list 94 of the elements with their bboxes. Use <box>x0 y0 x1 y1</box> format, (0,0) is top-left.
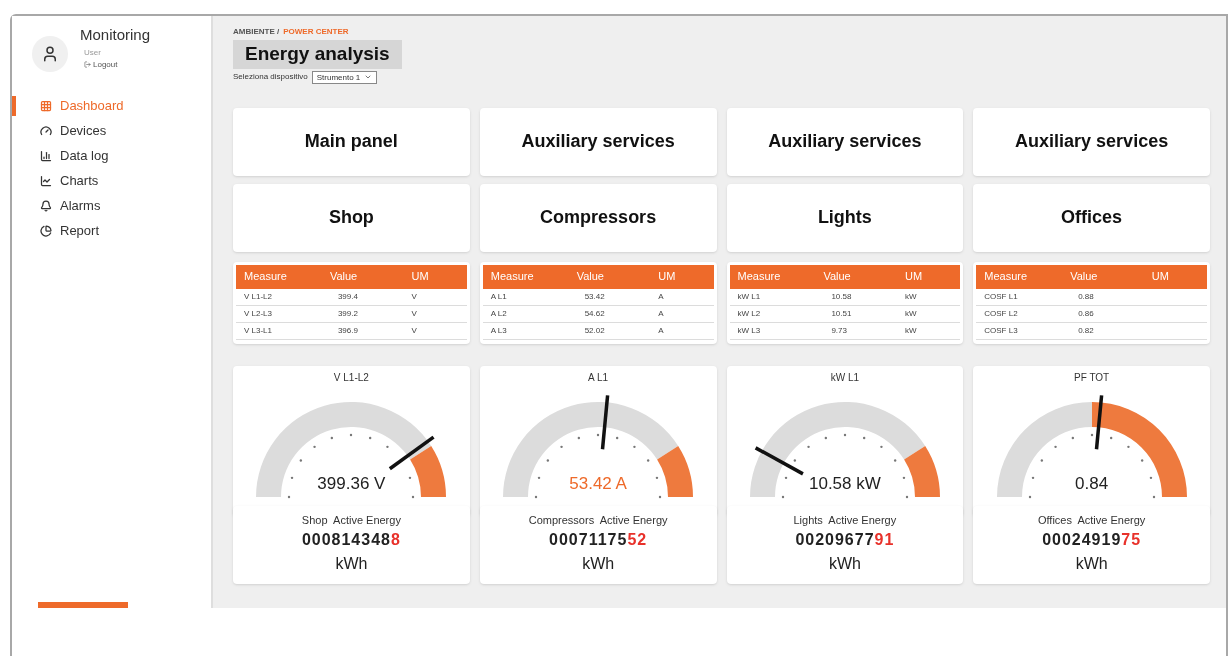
section-card: Offices <box>973 183 1210 252</box>
gauge-title: A L1 <box>588 370 609 385</box>
gauge-icon <box>40 125 52 137</box>
table-cell-text: A L2 <box>490 307 508 320</box>
nav-item[interactable]: Devices <box>12 121 211 141</box>
panel-card: Main panel <box>233 107 470 176</box>
table-cell-text: V L3-L1 <box>244 324 274 337</box>
table-cell-text: kW L2 <box>737 307 762 320</box>
energy-label: Offices Active Energy <box>1037 512 1146 528</box>
column-header: Value <box>576 269 605 285</box>
gauge-reading: 53.42 A <box>568 473 628 495</box>
column-header: UM <box>411 269 430 285</box>
table-cell-text: V <box>411 324 418 337</box>
table-cell-text: A <box>658 324 665 337</box>
energy-unit: kWh <box>1075 554 1108 574</box>
nav-item[interactable]: Report <box>12 221 211 241</box>
table-cell-text: kW <box>905 290 918 303</box>
gauge-reading: 10.58 kW <box>807 473 882 495</box>
table-cell-text: 399.4 <box>336 290 359 303</box>
section-card: Shop <box>233 183 470 252</box>
column-header: UM <box>1151 269 1170 285</box>
column-header: Measure <box>737 269 782 285</box>
table-cell-text: V <box>411 290 418 303</box>
table-cell-text: 399.2 <box>336 307 359 320</box>
table-cell-text: kW <box>905 307 918 320</box>
gauge-title: kW L1 <box>830 370 860 385</box>
table-cell-text: A <box>658 307 665 320</box>
column-header: UM <box>658 269 677 285</box>
breadcrumb-item[interactable]: AMBIENTE / <box>233 26 280 38</box>
energy-label: Lights Active Energy <box>793 512 897 528</box>
column-header: Value <box>1070 269 1099 285</box>
column-header: Measure <box>490 269 535 285</box>
breadcrumb-item: POWER CENTER <box>283 26 349 38</box>
table-cell-text: 52.02 <box>583 324 606 337</box>
gauge-reading: 399.36 V <box>316 473 387 495</box>
table-cell-text: 0.86 <box>1077 307 1095 320</box>
avatar-icon <box>32 36 68 72</box>
table-cell-text: 10.58 <box>830 290 853 303</box>
nav-item[interactable]: Data log <box>12 146 211 166</box>
column-header: Value <box>329 269 359 285</box>
table-cell-text: V <box>411 307 418 320</box>
panel-card: Auxiliary services <box>973 107 1210 176</box>
table-cell-text: 54.62 <box>583 307 606 320</box>
table-cell-text: 53.42 <box>583 290 606 303</box>
table-cell-text: 0.88 <box>1077 290 1095 303</box>
energy-label: Shop Active Energy <box>301 512 401 528</box>
energy-counter: 0002491975 <box>1042 530 1142 550</box>
user-name: User <box>84 46 102 59</box>
panel-card: Auxiliary services <box>726 107 964 176</box>
panel-card: Auxiliary services <box>479 107 717 176</box>
energy-counter: 0008143488 <box>301 530 401 550</box>
section-card: Lights <box>726 183 964 252</box>
table-cell-text: kW L3 <box>737 324 762 337</box>
bar-chart-icon <box>40 150 52 162</box>
column-header: Measure <box>244 269 288 285</box>
gauge-title: V L1-L2 <box>333 370 369 385</box>
line-chart-icon <box>40 175 52 187</box>
nav-item[interactable]: Alarms <box>12 196 211 216</box>
table-cell-text: COSF L3 <box>984 324 1019 337</box>
table-cell-text: A <box>658 290 665 303</box>
table-cell-text: 10.51 <box>830 307 853 320</box>
page-title: Energy analysis <box>233 40 402 69</box>
table-cell-text: kW <box>905 324 918 337</box>
pie-chart-icon <box>40 225 52 237</box>
section-card: Compressors <box>479 183 717 252</box>
table-cell-text: 396.9 <box>336 324 359 337</box>
column-header: Measure <box>984 269 1029 285</box>
energy-unit: kWh <box>828 554 861 574</box>
table-cell-text: COSF L2 <box>984 307 1019 320</box>
table-cell-text: kW L1 <box>737 290 762 303</box>
logout-link[interactable]: Logout <box>84 58 151 71</box>
table-cell-text: A L1 <box>490 290 508 303</box>
energy-counter: 0020967791 <box>795 530 895 550</box>
nav-item[interactable]: Charts <box>12 171 211 191</box>
logout-icon <box>84 61 91 68</box>
gauge-title: PF TOT <box>1074 370 1110 385</box>
energy-unit: kWh <box>335 554 368 574</box>
table-cell-text: 0.82 <box>1077 324 1095 337</box>
device-select[interactable]: Strumento 1 <box>311 70 378 84</box>
table-cell-text: A L3 <box>490 324 508 337</box>
column-header: UM <box>905 269 924 285</box>
bell-icon <box>40 200 52 212</box>
energy-label: Compressors Active Energy <box>528 512 668 528</box>
table-cell-text: COSF L1 <box>984 290 1019 303</box>
table-cell-text: V L2-L3 <box>244 307 274 320</box>
app-title: Monitoring <box>80 25 151 45</box>
energy-counter: 0007117552 <box>549 530 648 550</box>
column-header: Value <box>823 269 852 285</box>
table-cell-text: 9.73 <box>830 324 848 337</box>
energy-unit: kWh <box>582 554 615 574</box>
grid-icon <box>40 100 52 112</box>
gauge-reading: 0.84 <box>1074 473 1110 495</box>
table-cell-text: V L1-L2 <box>244 290 274 303</box>
device-select-label: Seleziona dispositivo <box>233 71 308 83</box>
